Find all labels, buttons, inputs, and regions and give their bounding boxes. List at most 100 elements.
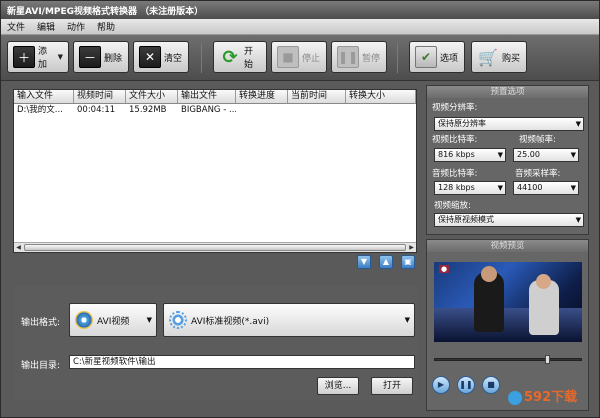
start-label: 开始: [244, 47, 254, 70]
options-icon: ✔: [415, 46, 437, 68]
menu-file[interactable]: 文件: [7, 20, 25, 33]
table-row[interactable]: D:\我的文... 00:04:11 15.92MB BIGBANG - ...: [14, 104, 416, 117]
gear-icon: [169, 311, 187, 329]
add-button[interactable]: ＋ 添加 ▼: [7, 41, 69, 73]
refresh-icon: ⟳: [222, 46, 238, 68]
pause-icon: ❚❚: [459, 380, 473, 389]
video-bitrate-label: 视频比特率:: [432, 135, 478, 145]
video-frame: ●: [434, 262, 582, 342]
cart-icon: 🛒: [478, 47, 498, 67]
resolution-value: 保持原分辨率: [438, 119, 486, 128]
video-performer-head: [536, 274, 551, 289]
window-title: 新星AVI/MPEG视频格式转换器 （未注册版本）: [7, 6, 204, 17]
disc-icon: [75, 311, 93, 329]
seek-knob[interactable]: [545, 355, 550, 364]
output-format-label: 输出格式:: [21, 318, 61, 328]
browse-button[interactable]: 浏览...: [317, 377, 359, 395]
move-up-button[interactable]: ▲: [379, 255, 393, 269]
clear-button[interactable]: ✕ 清空: [133, 41, 189, 73]
audio-bitrate-label: 音频比特率:: [432, 169, 478, 179]
framerate-select[interactable]: 25.00 ▼: [513, 148, 579, 162]
video-preview-title: 视频预览: [427, 240, 588, 252]
options-button[interactable]: ✔ 选项: [409, 41, 465, 73]
file-list[interactable]: 输入文件 视频时间 文件大小 输出文件 转换进度 当前时间 转换大小 D:\我的…: [13, 89, 417, 253]
video-bitrate-select[interactable]: 816 kbps ▼: [434, 148, 506, 162]
menu-help[interactable]: 帮助: [97, 20, 115, 33]
audio-bitrate-value: 128 kbps: [438, 183, 475, 192]
move-down-button[interactable]: ▼: [357, 255, 371, 269]
pause-icon: ❚❚: [337, 46, 359, 68]
play-icon: ▶: [437, 380, 445, 389]
menu-edit[interactable]: 编辑: [37, 20, 55, 33]
channel-logo: ●: [439, 265, 450, 273]
column-header[interactable]: 当前时间: [288, 90, 346, 103]
arrow-down-icon: ▼: [360, 257, 368, 266]
format-profile-value: AVI标准视频(*.avi): [191, 316, 270, 327]
framerate-value: 25.00: [517, 150, 540, 159]
audio-bitrate-select[interactable]: 128 kbps ▼: [434, 181, 506, 195]
properties-icon: ▣: [404, 257, 412, 266]
column-header[interactable]: 视频时间: [74, 90, 126, 103]
cell-current-time: [288, 104, 346, 117]
output-panel: 输出格式: AVI视频 ▼ AVI标准视频(*.avi) ▼ 输出目录: C:\…: [13, 286, 417, 401]
scale-value: 保持原视频模式: [438, 215, 494, 224]
stop-button[interactable]: ■ 停止: [271, 41, 327, 73]
output-dir-field[interactable]: C:\新星视频软件\输出: [69, 355, 415, 369]
samplerate-select[interactable]: 44100 ▼: [513, 181, 579, 195]
pause-button[interactable]: ❚❚ 暂停: [331, 41, 387, 73]
delete-button[interactable]: － 删除: [73, 41, 129, 73]
column-header[interactable]: 转换进度: [236, 90, 288, 103]
film-add-icon: ＋: [13, 46, 35, 68]
start-button[interactable]: ⟳ 开始: [213, 41, 267, 73]
film-clear-icon: ✕: [139, 46, 161, 68]
menu-action[interactable]: 动作: [67, 20, 85, 33]
cell-progress: [236, 104, 288, 117]
delete-label: 删除: [104, 53, 123, 64]
dropdown-arrow-icon: ▼: [404, 316, 410, 324]
film-delete-icon: －: [79, 46, 101, 68]
format-category-select[interactable]: AVI视频 ▼: [69, 303, 157, 337]
output-dir-label: 输出目录:: [21, 361, 61, 371]
menu-bar: 文件 编辑 动作 帮助: [1, 19, 599, 35]
pause-label: 暂停: [362, 53, 381, 64]
samplerate-value: 44100: [517, 183, 543, 192]
scrollbar-thumb[interactable]: [24, 244, 406, 251]
preset-options-title: 预置选项: [427, 86, 588, 98]
dropdown-arrow-icon: ▼: [497, 151, 503, 159]
toolbar-separator: [201, 43, 202, 73]
dropdown-arrow-icon: ▼: [575, 120, 581, 128]
seek-bar[interactable]: [434, 355, 582, 364]
scroll-left-icon[interactable]: ◀: [14, 243, 23, 252]
play-button[interactable]: ▶: [432, 376, 450, 394]
watermark-logo-icon: [508, 390, 522, 405]
scroll-right-icon[interactable]: ▶: [407, 243, 416, 252]
app-window: 新星AVI/MPEG视频格式转换器 （未注册版本） 文件 编辑 动作 帮助 ＋ …: [0, 0, 600, 418]
resolution-label: 视频分辨率:: [432, 103, 478, 113]
stop-label: 停止: [302, 53, 321, 64]
horizontal-scrollbar[interactable]: ◀ ▶: [14, 242, 416, 252]
dropdown-arrow-icon[interactable]: ▼: [58, 53, 63, 61]
format-profile-select[interactable]: AVI标准视频(*.avi) ▼: [163, 303, 415, 337]
buy-button[interactable]: 🛒 购买: [471, 41, 527, 73]
stop-icon: ■: [487, 380, 495, 389]
clear-label: 清空: [164, 53, 183, 64]
column-header[interactable]: 输入文件: [14, 90, 74, 103]
video-stage: [434, 308, 582, 342]
column-header[interactable]: 输出文件: [178, 90, 236, 103]
properties-button[interactable]: ▣: [401, 255, 415, 269]
framerate-label: 视频帧率:: [519, 135, 556, 145]
open-button[interactable]: 打开: [371, 377, 413, 395]
cell-file-size: 15.92MB: [129, 105, 167, 115]
add-label: 添加: [38, 47, 48, 70]
cell-duration: 00:04:11: [77, 105, 116, 115]
dropdown-arrow-icon: ▼: [497, 184, 503, 192]
pause-preview-button[interactable]: ❚❚: [457, 376, 475, 394]
file-list-header: 输入文件 视频时间 文件大小 输出文件 转换进度 当前时间 转换大小: [14, 90, 416, 104]
resolution-select[interactable]: 保持原分辨率 ▼: [434, 117, 584, 131]
scale-select[interactable]: 保持原视频模式 ▼: [434, 213, 584, 227]
toolbar-separator: [397, 43, 398, 73]
column-header[interactable]: 转换大小: [346, 90, 416, 103]
column-header[interactable]: 文件大小: [126, 90, 178, 103]
dropdown-arrow-icon: ▼: [570, 184, 576, 192]
stop-preview-button[interactable]: ■: [482, 376, 500, 394]
